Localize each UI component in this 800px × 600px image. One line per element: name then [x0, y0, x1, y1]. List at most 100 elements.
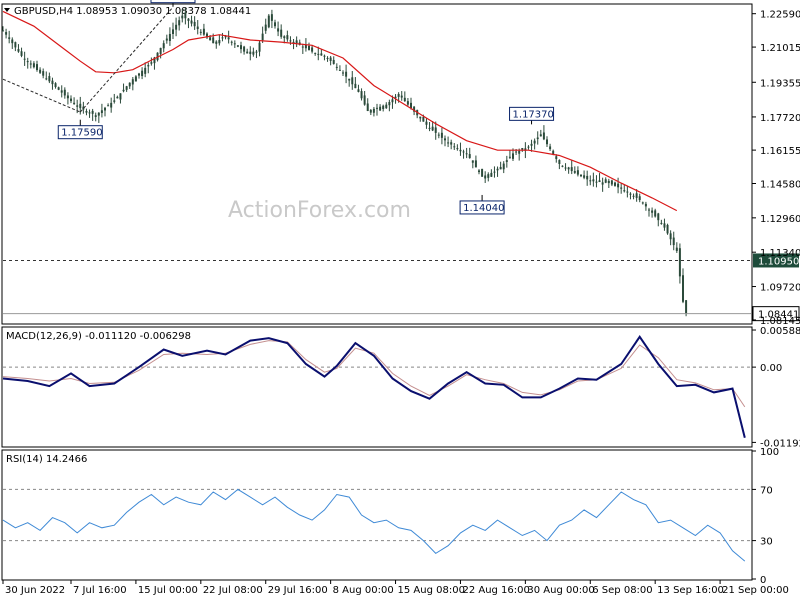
candle-body [277, 28, 280, 32]
candle-body [94, 115, 97, 117]
candle-body [400, 95, 403, 98]
candle-body [289, 40, 292, 42]
candle-body [26, 61, 29, 63]
candle-body [567, 167, 570, 170]
price-tick-label: 1.17720 [760, 113, 800, 124]
candle-body [329, 57, 332, 61]
candle-body [586, 175, 589, 180]
candle-body [141, 70, 144, 77]
candle-body [91, 110, 94, 114]
candle-body [311, 47, 314, 52]
candle-body [487, 174, 490, 178]
rsi-tick-label: 100 [760, 447, 779, 458]
candle-body [79, 103, 82, 109]
candle-body [462, 151, 465, 153]
candle-body [422, 116, 425, 122]
candle-body [332, 59, 335, 64]
candle-body [113, 100, 116, 102]
candle-body [354, 83, 357, 89]
x-tick-label: 13 Sep 16:00 [657, 585, 724, 596]
candle-body [678, 248, 681, 277]
candle-body [2, 30, 4, 32]
candle-body [267, 15, 270, 28]
candle-body [583, 175, 586, 178]
candle-body [626, 191, 629, 193]
candle-body [14, 42, 17, 48]
candle-body [128, 82, 131, 87]
candle-body [614, 182, 616, 186]
candle-body [682, 275, 684, 302]
candle-body [431, 126, 434, 131]
candle-body [66, 95, 69, 99]
candle-body [32, 63, 35, 68]
candle-body [57, 87, 60, 90]
price-tick-label: 1.21015 [760, 43, 800, 54]
candle-body [648, 209, 650, 211]
candle-body [199, 31, 202, 33]
candle-body [369, 109, 372, 113]
candle-body [620, 187, 623, 189]
candle-body [372, 108, 375, 113]
candle-body [342, 72, 344, 74]
candle-body [73, 102, 76, 104]
candle-body [150, 62, 153, 64]
candle-body [134, 76, 137, 82]
price-tick-label: 1.14580 [760, 180, 800, 191]
candle-body [76, 105, 79, 107]
candle-body [159, 47, 162, 54]
candle-body [51, 80, 54, 85]
candle-body [39, 69, 42, 73]
candle-body [181, 15, 184, 19]
candle-body [527, 146, 530, 148]
candle-body [570, 167, 573, 172]
candle-body [97, 112, 100, 116]
candle-body [675, 247, 678, 251]
candle-body [23, 58, 26, 60]
candle-body [663, 223, 666, 228]
candle-body [607, 180, 610, 184]
candle-body [125, 86, 128, 90]
candle-body [573, 171, 576, 173]
candle-body [564, 167, 567, 169]
candle-body [549, 146, 552, 150]
candle-body [110, 102, 113, 108]
candle-body [542, 132, 545, 140]
x-tick-label: 6 Sep 08:00 [592, 585, 652, 596]
candle-body [85, 111, 88, 113]
candle-body [104, 107, 106, 111]
candle-body [168, 33, 171, 41]
macd-tick-label: 0.00 [760, 363, 782, 374]
candle-body [36, 64, 38, 71]
candle-body [218, 39, 221, 44]
candle-body [447, 142, 450, 144]
candle-body [345, 71, 348, 77]
candle-body [187, 18, 190, 21]
candle-body [54, 83, 57, 87]
candle-body [444, 138, 446, 141]
candle-body [601, 182, 604, 185]
callout-label: 1.22920 [154, 0, 195, 3]
candle-body [363, 95, 366, 105]
candle-body [406, 101, 409, 105]
candle-body [657, 213, 660, 221]
candle-body [428, 127, 431, 129]
candle-body [508, 156, 511, 158]
candle-body [246, 51, 249, 54]
x-tick-label: 22 Jul 08:00 [203, 585, 263, 596]
candle-body [499, 166, 502, 170]
candle-body [138, 73, 140, 76]
candle-body [335, 66, 338, 68]
candle-body [366, 103, 369, 111]
candle-body [440, 132, 443, 138]
candle-body [175, 24, 178, 30]
candle-body [116, 96, 119, 99]
candle-body [552, 150, 555, 155]
candle-body [314, 52, 317, 54]
candle-body [119, 93, 122, 100]
candle-body [459, 149, 462, 152]
candle-body [558, 160, 561, 164]
candle-body [385, 104, 388, 109]
candle-body [539, 134, 542, 137]
candle-body [437, 134, 440, 136]
candle-body [202, 28, 205, 35]
